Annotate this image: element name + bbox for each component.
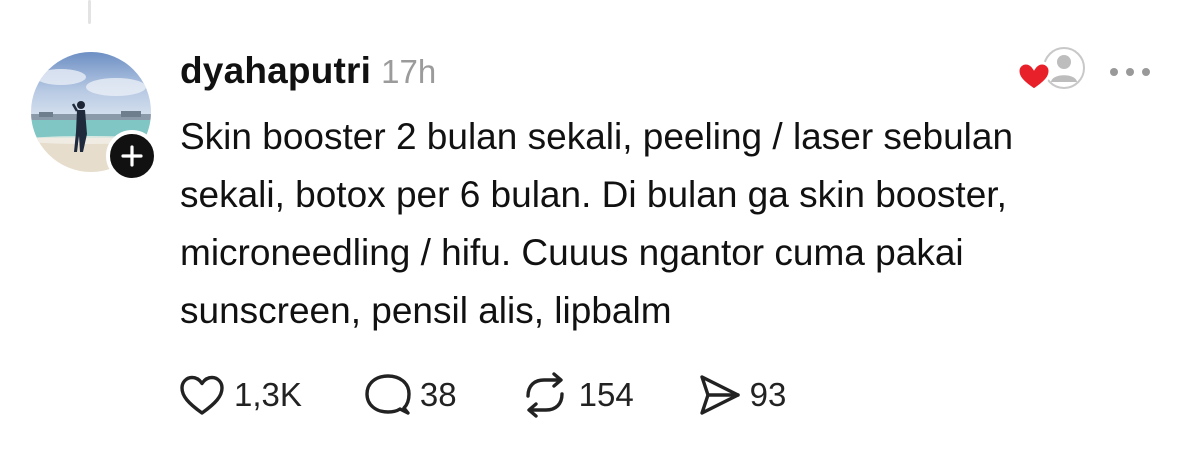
liked-by-indicator[interactable] (1016, 46, 1086, 94)
repost-button[interactable]: 154 (519, 372, 634, 418)
action-bar: 1,3K 38 154 93 (178, 370, 848, 420)
reply-count: 38 (419, 376, 457, 413)
post-header: dyahaputri 17h (180, 50, 436, 96)
repost-count: 154 (578, 376, 634, 413)
more-options-button[interactable] (1110, 62, 1160, 82)
repost-icon (525, 372, 564, 418)
post-body-text: Skin booster 2 bulan sekali, peeling / l… (180, 116, 1014, 331)
timestamp: 17h (381, 53, 437, 90)
heart-icon (180, 375, 224, 415)
comment-bubble-icon (365, 374, 411, 415)
share-button[interactable]: 93 (696, 372, 787, 418)
like-button[interactable]: 1,3K (178, 373, 302, 417)
thread-connector-line (88, 0, 91, 24)
plus-icon (121, 145, 143, 167)
like-count: 1,3K (234, 376, 302, 413)
reply-button[interactable]: 38 (364, 372, 457, 418)
username[interactable]: dyahaputri (180, 50, 371, 92)
liked-by-avatar-heart-icon (1016, 47, 1085, 92)
more-horizontal-icon-dot (1142, 68, 1150, 76)
follow-button[interactable] (106, 130, 158, 182)
more-horizontal-icon (1110, 68, 1118, 76)
more-horizontal-icon-dot (1126, 68, 1134, 76)
share-count: 93 (749, 376, 787, 413)
send-icon (699, 375, 740, 415)
